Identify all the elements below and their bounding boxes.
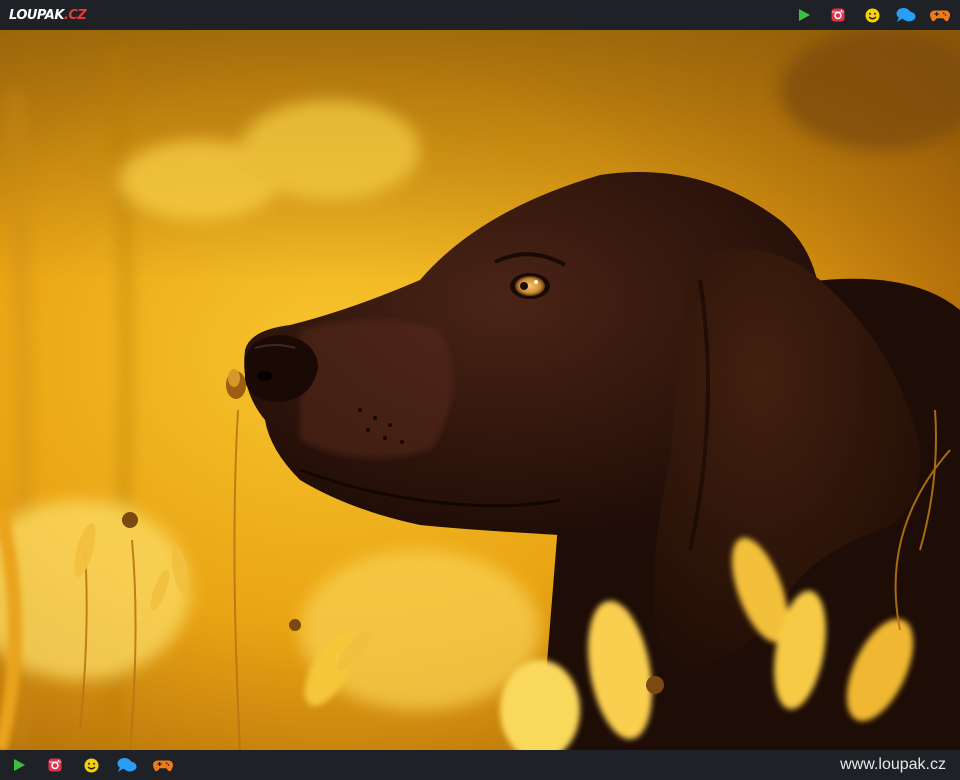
gamepad-icon[interactable]: [930, 5, 950, 25]
logo-tld-text: .CZ: [63, 7, 87, 23]
site-logo[interactable]: LOUPAK.CZ: [9, 7, 87, 23]
bottom-icon-group: [9, 755, 173, 775]
smiley-icon[interactable]: [81, 755, 101, 775]
chat-icon[interactable]: [896, 5, 916, 25]
play-icon[interactable]: [9, 755, 29, 775]
dog-photo: [0, 30, 960, 750]
gamepad-icon[interactable]: [153, 755, 173, 775]
top-bar: LOUPAK.CZ: [0, 0, 960, 30]
chat-icon[interactable]: [117, 755, 137, 775]
logo-main-text: LOUPAK: [9, 7, 64, 23]
instagram-icon[interactable]: [45, 755, 65, 775]
play-icon[interactable]: [794, 5, 814, 25]
instagram-icon[interactable]: [828, 5, 848, 25]
top-icon-group: [794, 5, 950, 25]
site-url-link[interactable]: www.loupak.cz: [840, 756, 946, 774]
smiley-icon[interactable]: [862, 5, 882, 25]
bottom-bar: www.loupak.cz: [0, 750, 960, 780]
